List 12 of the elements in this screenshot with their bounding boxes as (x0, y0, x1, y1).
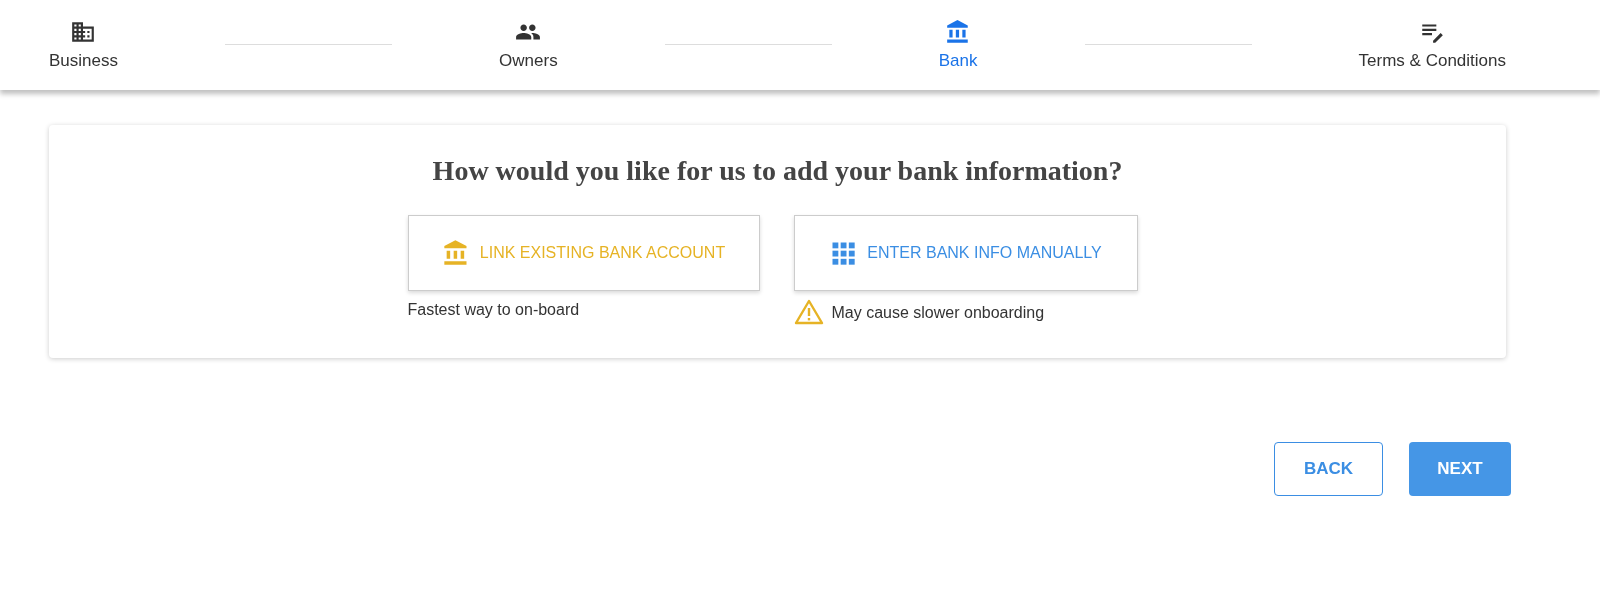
step-tab[interactable]: Terms & Conditions (1358, 19, 1506, 71)
step-tab[interactable]: Bank (938, 19, 978, 71)
option-note: Fastest way to on-board (407, 301, 580, 319)
bank-icon (441, 239, 470, 267)
option-note: May cause slower onboarding (831, 304, 1045, 322)
building-icon (70, 19, 97, 45)
step-tab[interactable]: Owners (499, 19, 558, 71)
option-button[interactable]: ENTER BANK INFO MANUALLY (793, 215, 1138, 291)
back-button[interactable]: BACK (1274, 442, 1383, 496)
next-button[interactable]: NEXT (1409, 442, 1511, 496)
card-title: How would you like for us to add your bank information? (432, 155, 1123, 187)
step-tab[interactable]: Business (49, 19, 118, 71)
